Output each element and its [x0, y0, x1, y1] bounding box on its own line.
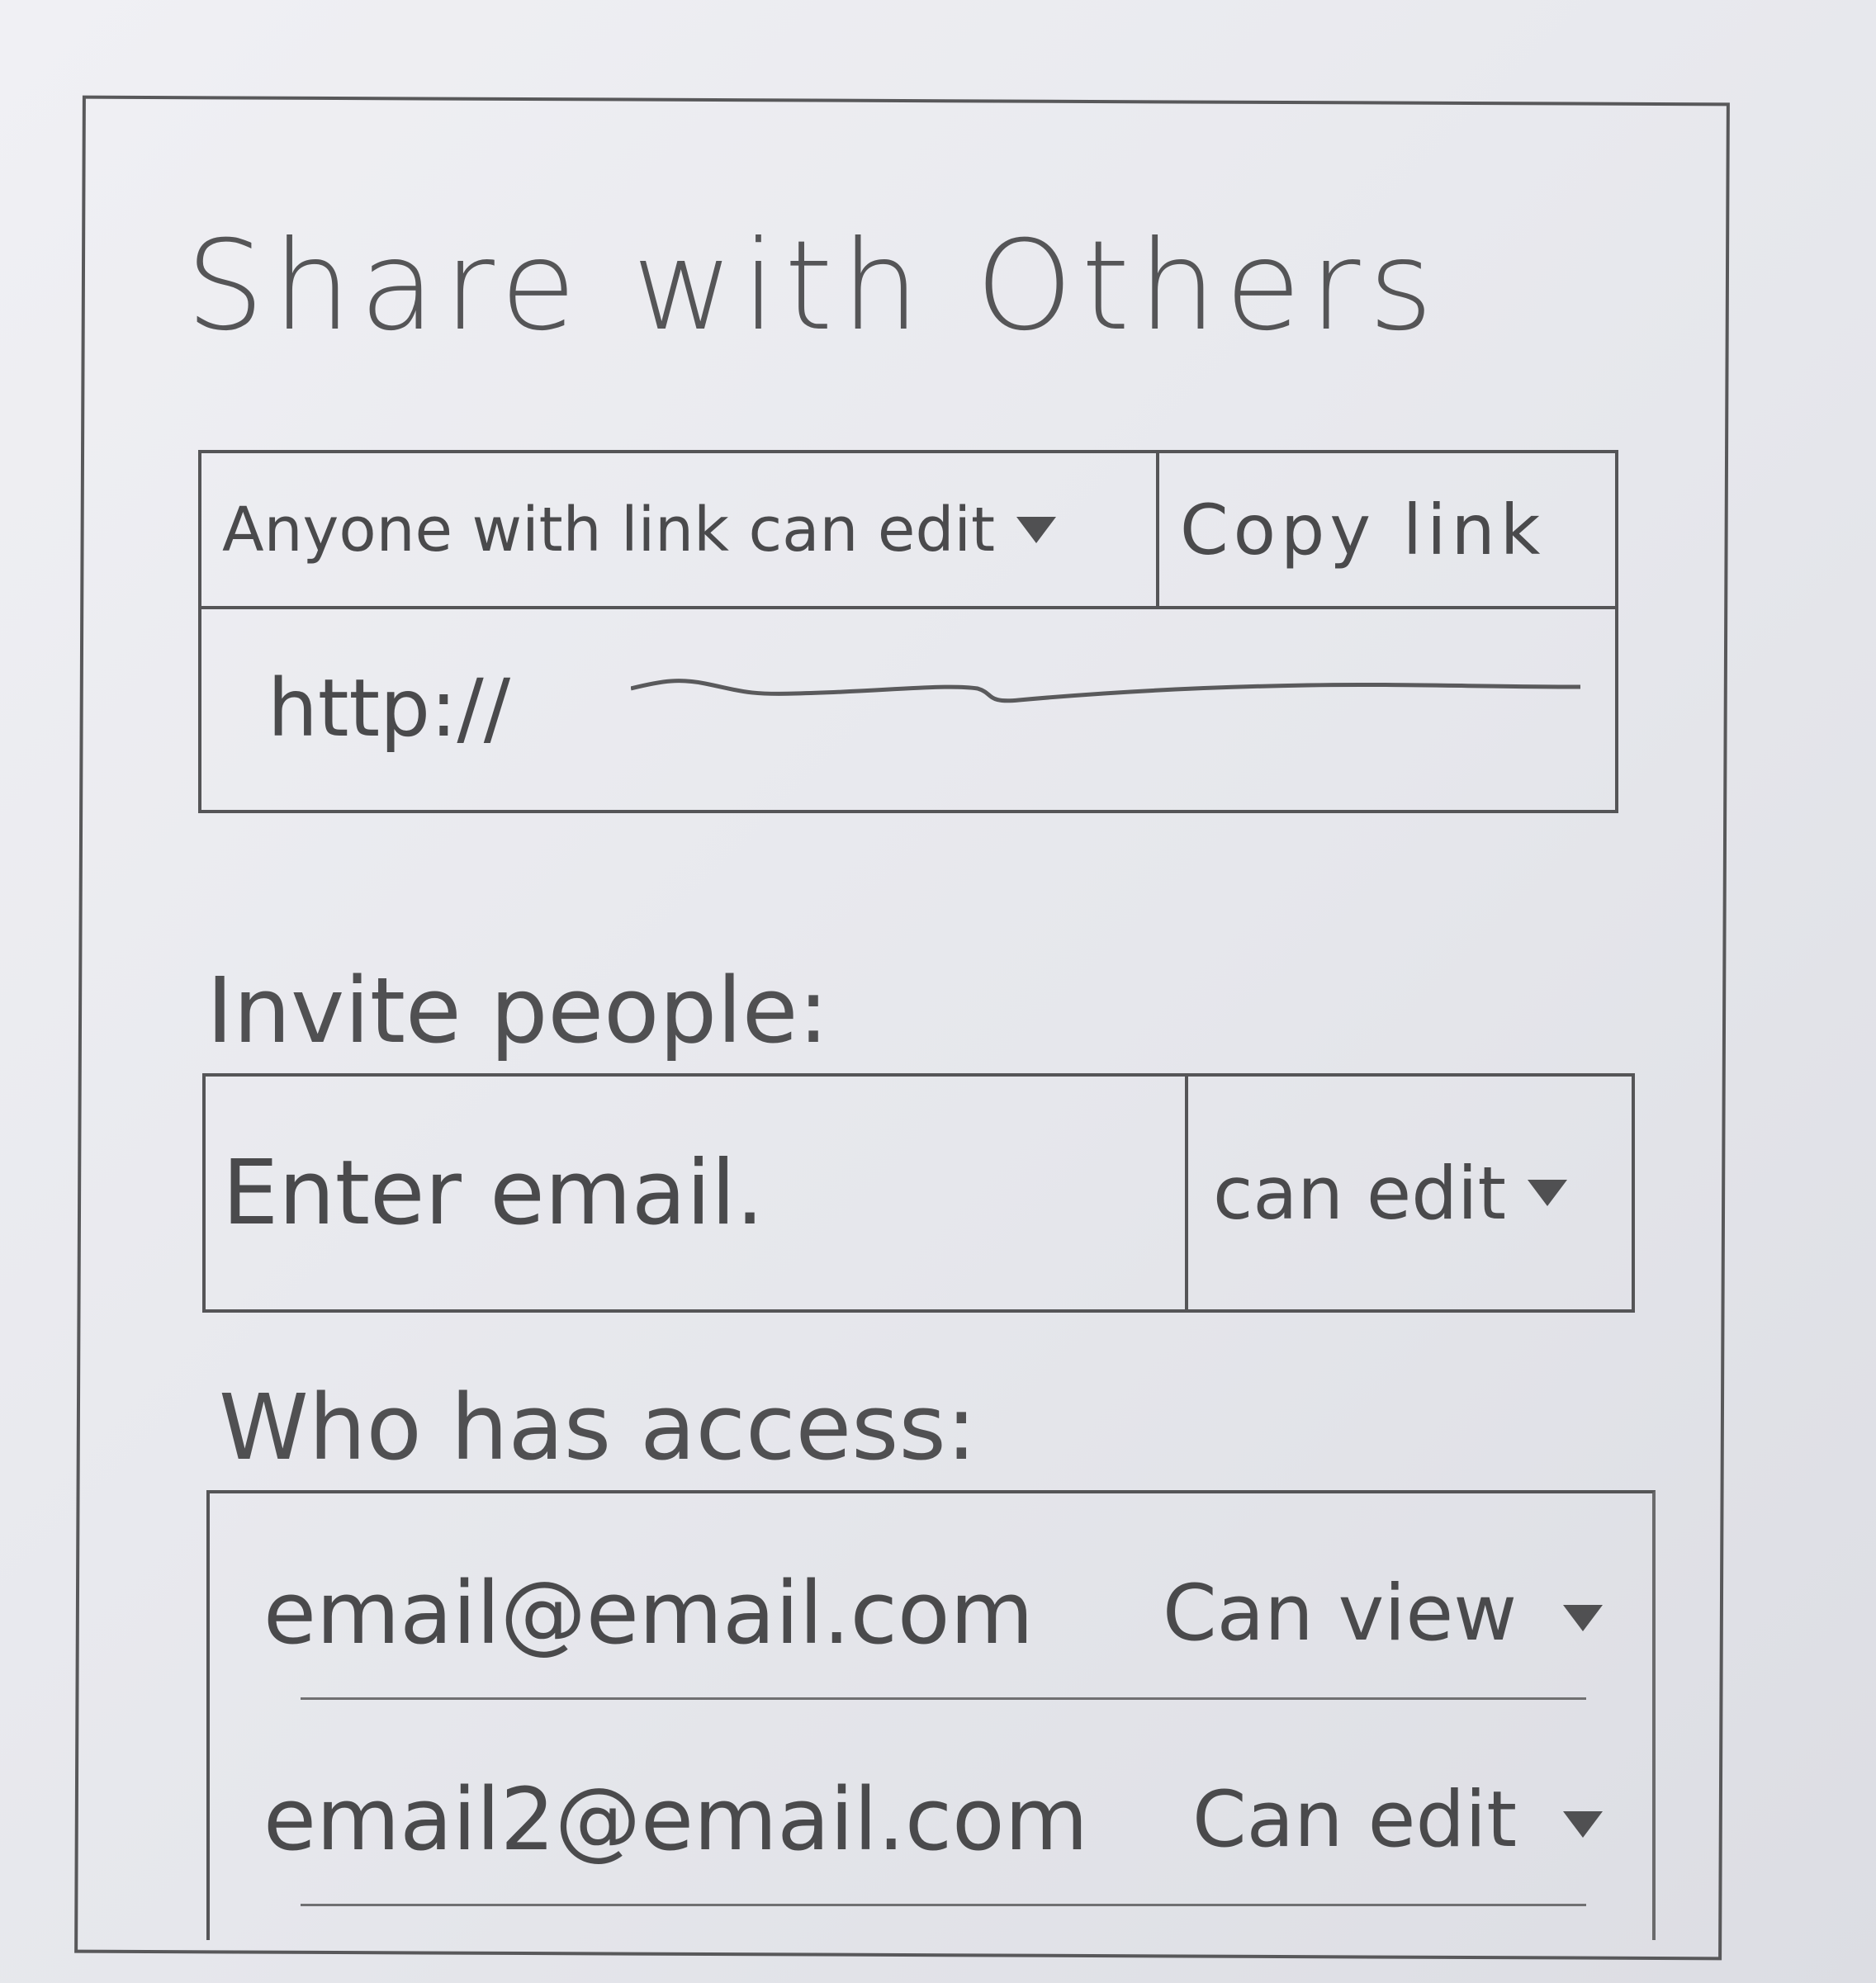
- share-url-field[interactable]: http://: [201, 606, 1615, 810]
- link-access-label: Anyone with link can edit: [222, 494, 995, 566]
- link-access-dropdown[interactable]: Anyone with link can edit: [201, 453, 1159, 606]
- access-permission-label: Can edit: [1191, 1774, 1518, 1865]
- share-url-text: http://: [268, 661, 511, 755]
- access-permission-dropdown[interactable]: Can view: [1163, 1569, 1603, 1659]
- who-has-access-label: Who has access:: [219, 1375, 977, 1480]
- access-permission-label: Can view: [1162, 1568, 1518, 1659]
- access-row: email2@email.com Can edit: [210, 1716, 1652, 1923]
- email-input[interactable]: [206, 1077, 1188, 1309]
- row-divider: [301, 1904, 1586, 1906]
- triangle-down-icon: [1563, 1810, 1603, 1838]
- invite-form: can edit: [202, 1073, 1635, 1313]
- url-placeholder-line: [631, 679, 1581, 703]
- dialog-title: Share with Others: [186, 215, 1442, 358]
- link-sharing-box: Anyone with link can edit Copy link http…: [198, 450, 1618, 813]
- access-row: email@email.com Can view: [210, 1510, 1652, 1716]
- access-permission-dropdown[interactable]: Can edit: [1192, 1775, 1603, 1865]
- copy-link-button[interactable]: Copy link: [1159, 453, 1615, 606]
- triangle-down-icon: [1528, 1180, 1568, 1206]
- triangle-down-icon: [1016, 516, 1056, 543]
- access-email: email2@email.com: [263, 1769, 1088, 1870]
- triangle-down-icon: [1563, 1604, 1603, 1631]
- access-email: email@email.com: [263, 1563, 1034, 1664]
- access-list: email@email.com Can view email2@email.co…: [206, 1490, 1656, 1940]
- invite-permission-label: can edit: [1213, 1150, 1507, 1236]
- link-controls-row: Anyone with link can edit Copy link: [201, 453, 1615, 609]
- invite-permission-dropdown[interactable]: can edit: [1188, 1077, 1632, 1309]
- row-divider: [301, 1697, 1586, 1700]
- invite-people-label: Invite people:: [206, 958, 829, 1063]
